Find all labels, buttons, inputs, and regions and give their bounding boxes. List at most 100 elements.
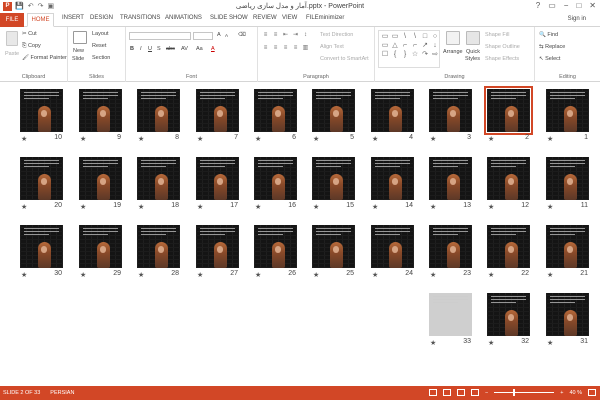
zoom-slider-thumb[interactable] (513, 389, 516, 396)
slide-thumbnail[interactable]: ★ 10 (20, 89, 63, 143)
section-button[interactable]: Section (92, 55, 110, 61)
tab-file[interactable]: FILE (0, 13, 24, 27)
font-color-button[interactable]: A (211, 46, 215, 52)
slide-preview[interactable] (371, 225, 414, 268)
numbering-icon[interactable]: ≡ (272, 32, 279, 39)
shape-item[interactable]: { (390, 50, 400, 59)
tab-review[interactable]: REVIEW (253, 15, 277, 21)
slide-preview[interactable] (137, 89, 180, 132)
bold-button[interactable]: B (130, 46, 134, 52)
slide-preview[interactable] (429, 157, 472, 200)
slide-preview[interactable] (546, 293, 589, 336)
format-painter-button[interactable]: 🖌 Format Painter (22, 55, 67, 61)
shape-item[interactable]: ▭ (390, 32, 400, 41)
tab-animations[interactable]: ANIMATIONS (165, 15, 202, 21)
arrange-icon[interactable] (446, 31, 460, 45)
zoom-slider[interactable] (494, 389, 555, 396)
shape-fill-button[interactable]: Shape Fill (485, 32, 509, 38)
quick-styles-icon[interactable] (466, 31, 480, 45)
minimize-icon[interactable]: − (564, 1, 569, 10)
slide-preview[interactable] (79, 225, 122, 268)
shape-item[interactable]: ↗ (420, 41, 430, 50)
transition-star-icon[interactable]: ★ (430, 271, 436, 279)
slide-thumbnail[interactable]: ★ 17 (196, 157, 239, 211)
slide-preview[interactable] (137, 225, 180, 268)
shape-item[interactable]: } (400, 50, 410, 59)
slide-preview[interactable] (196, 89, 239, 132)
transition-star-icon[interactable]: ★ (21, 203, 27, 211)
shape-item[interactable]: \ (400, 32, 410, 41)
new-slide-button-2[interactable]: Slide (72, 56, 84, 62)
slide-thumbnail[interactable]: ★ 21 (546, 225, 589, 279)
slide-thumbnail[interactable]: ★ 31 (546, 293, 589, 347)
slide-thumbnail[interactable]: ★ 11 (546, 157, 589, 211)
zoom-out-icon[interactable]: − (485, 390, 488, 396)
slide-thumbnail[interactable]: ★ 19 (79, 157, 122, 211)
shape-item[interactable]: \ (410, 32, 420, 41)
sign-in-link[interactable]: Sign in (568, 16, 586, 22)
underline-button[interactable]: U (148, 46, 152, 52)
shape-item[interactable]: ▭ (380, 32, 390, 41)
shadow-button[interactable]: S (157, 46, 161, 52)
slide-preview[interactable] (196, 225, 239, 268)
tab-view[interactable]: VIEW (282, 15, 297, 21)
transition-star-icon[interactable]: ★ (430, 135, 436, 143)
fit-to-window-icon[interactable] (588, 389, 596, 396)
justify-icon[interactable]: ≡ (292, 45, 299, 52)
slide-thumbnail[interactable]: ★ 23 (429, 225, 472, 279)
slide-preview[interactable] (20, 89, 63, 132)
slide-preview[interactable] (487, 157, 530, 200)
slide-thumbnail[interactable]: ★ 14 (371, 157, 414, 211)
slide-thumbnail[interactable]: ★ 16 (254, 157, 297, 211)
reset-button[interactable]: Reset (92, 43, 106, 49)
transition-star-icon[interactable]: ★ (547, 271, 553, 279)
strikethrough-button[interactable]: abc (166, 46, 175, 52)
align-text-button[interactable]: Align Text (320, 44, 344, 50)
slide-thumbnail[interactable]: ★ 24 (371, 225, 414, 279)
transition-star-icon[interactable]: ★ (197, 135, 203, 143)
font-size-field[interactable] (193, 32, 213, 40)
transition-star-icon[interactable]: ★ (488, 271, 494, 279)
tab-design[interactable]: DESIGN (90, 15, 113, 21)
normal-view-icon[interactable] (429, 389, 438, 396)
transition-star-icon[interactable]: ★ (255, 271, 261, 279)
slide-thumbnail[interactable]: ★ 27 (196, 225, 239, 279)
replace-button[interactable]: ⇆ Replace (539, 44, 565, 50)
transition-star-icon[interactable]: ★ (80, 271, 86, 279)
transition-star-icon[interactable]: ★ (80, 135, 86, 143)
align-center-icon[interactable]: ≡ (272, 45, 279, 52)
shape-item[interactable]: ☆ (410, 50, 420, 59)
tab-home[interactable]: HOME (27, 13, 54, 27)
clear-format-icon[interactable]: ⌫ (238, 32, 246, 38)
slide-thumbnail[interactable]: ★ 33 (429, 293, 472, 347)
slide-preview[interactable] (371, 89, 414, 132)
slide-preview[interactable] (137, 157, 180, 200)
reading-view-icon[interactable] (457, 389, 466, 396)
grow-font-button[interactable]: A (217, 32, 221, 38)
slide-thumbnail[interactable]: ★ 2 (484, 86, 533, 143)
align-left-icon[interactable]: ≡ (262, 45, 269, 52)
slide-preview[interactable] (312, 157, 355, 200)
transition-star-icon[interactable]: ★ (80, 203, 86, 211)
slide-thumbnail[interactable]: ★ 25 (312, 225, 355, 279)
slide-thumbnail[interactable]: ★ 3 (429, 89, 472, 143)
slide-preview[interactable] (429, 89, 472, 132)
transition-star-icon[interactable]: ★ (197, 271, 203, 279)
help-icon[interactable]: ? (536, 1, 540, 10)
select-button[interactable]: ↖ Select (539, 56, 560, 62)
change-case-button[interactable]: Aa (196, 46, 203, 52)
transition-star-icon[interactable]: ★ (488, 339, 494, 347)
language-indicator[interactable]: PERSIAN (50, 390, 74, 396)
shape-item[interactable]: ⌐ (410, 41, 420, 50)
transition-star-icon[interactable]: ★ (138, 135, 144, 143)
slide-preview[interactable] (371, 157, 414, 200)
shape-item[interactable]: ☐ (380, 50, 390, 59)
paste-icon[interactable] (6, 31, 18, 46)
align-right-icon[interactable]: ≡ (282, 45, 289, 52)
shape-item[interactable]: ↓ (430, 41, 440, 50)
shape-item[interactable]: △ (390, 41, 400, 50)
transition-star-icon[interactable]: ★ (488, 135, 494, 143)
slide-preview[interactable] (254, 157, 297, 200)
slide-preview[interactable] (79, 157, 122, 200)
copy-button[interactable]: ⎘ Copy (22, 43, 41, 50)
